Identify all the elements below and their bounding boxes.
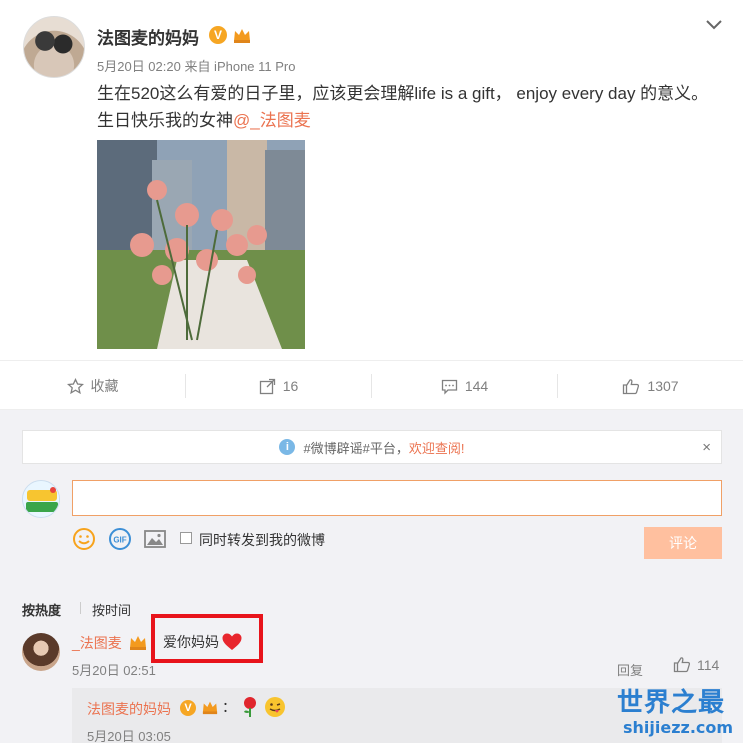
notice-text: #微博辟谣#平台， [303,440,409,456]
image-icon[interactable] [143,527,167,551]
reply-user-name[interactable]: 法图麦的妈妈 [87,699,171,719]
reply-time: 5月20日 03:05 [87,729,171,743]
comment-like-button[interactable]: 114 [673,656,719,673]
sort-by-hot[interactable]: 按热度 [22,600,61,619]
rose-emoji-icon [244,697,256,717]
star-icon [66,377,84,394]
author-name[interactable]: 法图麦的妈妈 [97,24,199,49]
comment-input[interactable] [72,480,722,516]
info-icon: i [279,439,296,455]
cartoon-avatar-icon [23,481,59,517]
comment-section: i #微博辟谣#平台， 欢迎查阅! × GIF 同时转发到我的微博 评论 按热度 … [0,410,743,743]
post-meta: 5月20日 02:20 来自 iPhone 11 Pro [97,59,296,74]
repost-count: 16 [282,378,299,394]
thumbs-up-icon [673,657,691,673]
tongue-emoji-icon [265,697,285,717]
rumor-notice-banner: i #微博辟谣#平台， 欢迎查阅! × [22,430,722,464]
verified-badge-icon: V [180,700,196,716]
reply-content: ： [222,696,286,718]
weibo-post: 法图麦的妈妈 V 5月20日 02:20 来自 iPhone 11 Pro 生在… [0,0,743,360]
thumbs-up-icon [623,378,640,394]
commenter-name[interactable]: _法图麦 [72,633,122,653]
repost-button[interactable]: 16 [186,361,371,411]
comment-icon [441,379,457,395]
mention-link[interactable]: @_法图麦 [233,111,311,130]
repost-checkbox[interactable] [180,532,192,544]
comment-time: 5月20日 02:51 [72,663,156,678]
submit-comment-button[interactable]: 评论 [644,527,722,559]
close-icon[interactable]: × [702,439,711,456]
gif-icon[interactable]: GIF [108,527,132,551]
post-body: 生在520这么有爱的日子里，应该更会理解life is a gift， enjo… [97,84,709,130]
sort-by-time[interactable]: 按时间 [92,600,131,619]
notice-link[interactable]: 欢迎查阅! [409,438,465,457]
comment-count: 144 [464,378,489,394]
like-count: 1307 [647,378,679,394]
vip-crown-icon [234,29,250,43]
svg-text:GIF: GIF [113,536,126,545]
share-icon [259,378,275,394]
my-avatar [22,480,60,518]
emoji-icon[interactable] [72,527,96,551]
chevron-down-icon[interactable] [705,18,723,32]
comment-body: 爱你妈妈 [163,634,219,650]
reply-thread: 法图麦的妈妈 V ： 5月20日 03:05 [72,688,722,743]
red-heart-icon [222,633,242,650]
favorite-label: 收藏 [90,378,119,394]
like-button[interactable]: 1307 [558,361,743,411]
reply-colon: ： [222,699,236,715]
repost-checkbox-label[interactable]: 同时转发到我的微博 [199,530,325,550]
verified-badge-icon: V [209,26,227,44]
action-bar: 收藏 16 144 1307 [0,360,743,410]
sort-divider [80,602,81,614]
author-avatar[interactable] [23,16,85,78]
vip-crown-icon [202,701,218,715]
favorite-button[interactable]: 收藏 [0,361,185,411]
comment-text: 爱你妈妈 [163,632,243,652]
reply-button[interactable]: 回复 [617,660,643,679]
comment-like-count: 114 [697,656,720,673]
post-photo[interactable] [97,140,305,349]
commenter-avatar[interactable] [22,633,60,671]
comment-button[interactable]: 144 [372,361,557,411]
vip-crown-icon [130,636,146,650]
post-text: 生在520这么有爱的日子里，应该更会理解life is a gift， enjo… [97,80,717,134]
